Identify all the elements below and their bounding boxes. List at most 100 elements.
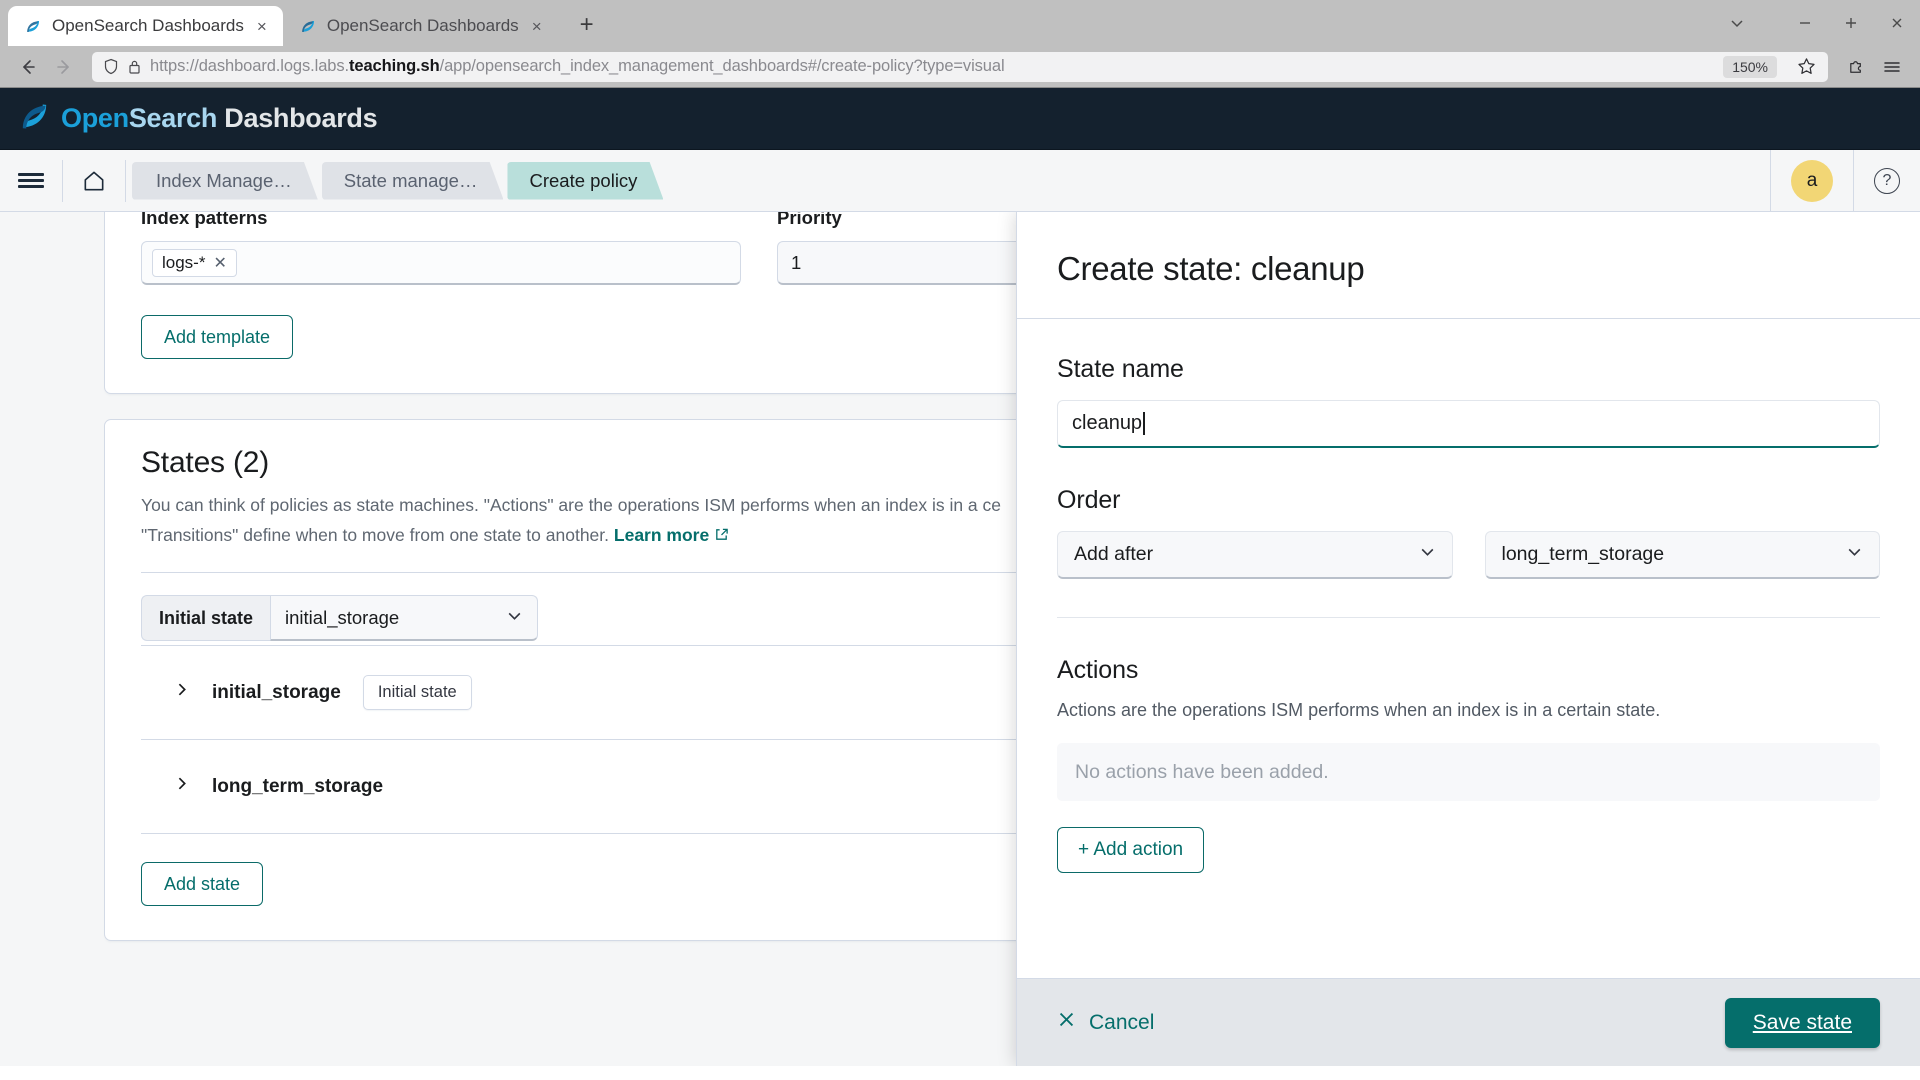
opensearch-favicon: [24, 17, 43, 36]
states-description-line1: You can think of policies as state machi…: [141, 495, 1002, 515]
opensearch-logo-mark: [18, 100, 51, 138]
opensearch-favicon: [299, 17, 318, 36]
avatar[interactable]: a: [1791, 160, 1833, 202]
browser-chrome: OpenSearch Dashboards × OpenSearch Dashb…: [0, 0, 1920, 88]
help-question-icon[interactable]: ?: [1874, 168, 1900, 194]
window-minimize-icon[interactable]: [1782, 0, 1828, 46]
back-icon[interactable]: [12, 51, 44, 83]
chevron-right-icon[interactable]: [173, 681, 190, 704]
state-name-input[interactable]: cleanup: [1057, 400, 1880, 448]
order-position-value: Add after: [1074, 543, 1154, 565]
state-name-value: cleanup: [1072, 412, 1143, 434]
actions-description: Actions are the operations ISM performs …: [1057, 700, 1661, 720]
chevron-right-icon[interactable]: [173, 775, 190, 798]
breadcrumb: Index Manage… State manage… Create polic…: [132, 162, 667, 200]
flyout-footer: Cancel Save state: [1017, 978, 1920, 1066]
url-bar[interactable]: https://dashboard.logs.labs.teaching.sh/…: [92, 51, 1828, 83]
forward-icon: [48, 51, 80, 83]
order-selects-row: Add after long_term_storage: [1057, 531, 1880, 579]
extensions-puzzle-icon[interactable]: [1840, 51, 1872, 83]
add-state-button[interactable]: Add state: [141, 862, 264, 907]
url-domain: teaching.sh: [349, 57, 440, 75]
state-name-label: initial_storage: [212, 681, 341, 703]
divider: [125, 159, 126, 202]
order-target-select[interactable]: long_term_storage: [1484, 531, 1880, 579]
opensearch-logo[interactable]: OpenSearch Dashboards: [18, 100, 378, 138]
breadcrumb-bar: Index Manage… State manage… Create polic…: [0, 150, 1920, 212]
avatar-cell[interactable]: a: [1770, 150, 1853, 212]
flyout-header: Create state: cleanup: [1017, 212, 1920, 319]
logo-search: Search: [128, 103, 218, 133]
order-field: Order Add after long_term_storage: [1057, 486, 1880, 579]
chevron-down-icon: [1419, 543, 1436, 566]
window-maximize-icon[interactable]: [1828, 0, 1874, 46]
index-patterns-field: Index patterns logs-* ✕: [141, 212, 741, 285]
actions-label: Actions: [1057, 656, 1139, 684]
initial-state-select-value: initial_storage: [285, 606, 400, 628]
help-cell[interactable]: ?: [1853, 150, 1920, 212]
initial-state-badge: Initial state: [362, 675, 472, 711]
browser-tab-1[interactable]: OpenSearch Dashboards ×: [8, 6, 283, 46]
state-name-label: State name: [1057, 355, 1184, 383]
order-position-select[interactable]: Add after: [1057, 531, 1453, 579]
chevron-down-icon: [506, 607, 523, 629]
breadcrumb-item-index-management[interactable]: Index Manage…: [132, 162, 318, 200]
breadcrumb-item-state-management[interactable]: State manage…: [322, 162, 504, 200]
tab-close-icon[interactable]: ×: [528, 17, 546, 35]
state-name-label: long_term_storage: [212, 775, 384, 797]
index-pattern-pill-label: logs-*: [162, 252, 206, 272]
page-body: Index patterns logs-* ✕ Priority 1 Add t…: [0, 212, 1920, 1066]
bookmark-star-icon[interactable]: [1790, 51, 1822, 83]
header-actions: a ?: [1770, 150, 1920, 212]
window-close-icon[interactable]: [1874, 0, 1920, 46]
window-controls: [1714, 0, 1920, 46]
tab-close-icon[interactable]: ×: [253, 17, 271, 35]
chevron-down-icon: [1846, 543, 1863, 566]
index-pattern-pill[interactable]: logs-* ✕: [152, 248, 237, 277]
add-template-button[interactable]: Add template: [141, 315, 294, 359]
lock-icon: [128, 59, 141, 75]
browser-tab-title: OpenSearch Dashboards: [326, 16, 519, 35]
cancel-button[interactable]: Cancel: [1057, 1010, 1154, 1035]
pill-remove-icon[interactable]: ✕: [213, 253, 226, 273]
states-description-line2: "Transitions" define when to move from o…: [141, 525, 610, 546]
app-title: OpenSearch Dashboards: [61, 103, 378, 134]
browser-navbar: https://dashboard.logs.labs.teaching.sh/…: [0, 46, 1920, 88]
add-action-button[interactable]: + Add action: [1057, 827, 1205, 873]
zoom-level-badge[interactable]: 150%: [1723, 55, 1777, 78]
logo-dashboards: Dashboards: [217, 103, 378, 133]
new-tab-button[interactable]: +: [568, 6, 606, 44]
url-path: /app/opensearch_index_management_dashboa…: [439, 57, 1005, 75]
index-patterns-combobox[interactable]: logs-* ✕: [141, 241, 741, 285]
create-state-flyout: Create state: cleanup State name cleanup…: [1016, 212, 1920, 1066]
url-prefix: https://dashboard.logs.labs.: [150, 57, 349, 75]
cancel-label: Cancel: [1089, 1010, 1155, 1034]
close-icon: [1057, 1010, 1076, 1035]
breadcrumb-item-create-policy[interactable]: Create policy: [507, 162, 663, 200]
order-label: Order: [1057, 486, 1121, 514]
app-header: OpenSearch Dashboards: [0, 88, 1920, 150]
state-name-field: State name cleanup: [1057, 355, 1880, 448]
actions-empty-state: No actions have been added.: [1057, 743, 1880, 801]
index-patterns-label: Index patterns: [141, 212, 268, 228]
divider: [1057, 617, 1880, 618]
save-state-button[interactable]: Save state: [1724, 997, 1880, 1048]
tracking-shield-icon: [103, 58, 119, 75]
flyout-title: Create state: cleanup: [1057, 250, 1365, 287]
browser-tab-title: OpenSearch Dashboards: [52, 16, 244, 35]
browser-tabstrip: OpenSearch Dashboards × OpenSearch Dashb…: [0, 0, 1920, 46]
tab-list-chevron-down-icon[interactable]: [1714, 0, 1760, 46]
home-icon[interactable]: [63, 150, 125, 212]
order-target-value: long_term_storage: [1501, 543, 1665, 565]
actions-section: Actions Actions are the operations ISM p…: [1057, 656, 1880, 873]
external-link-icon: [714, 525, 729, 545]
url-text: https://dashboard.logs.labs.teaching.sh/…: [150, 57, 1714, 76]
learn-more-link[interactable]: Learn more: [614, 525, 709, 545]
menu-hamburger-icon[interactable]: [0, 150, 62, 212]
flyout-body: State name cleanup Order Add after long_…: [1017, 319, 1920, 978]
browser-menu-icon[interactable]: [1876, 51, 1908, 83]
initial-state-select[interactable]: initial_storage: [270, 595, 539, 642]
logo-open: Open: [61, 103, 129, 133]
browser-tab-2[interactable]: OpenSearch Dashboards ×: [283, 6, 558, 46]
text-caret: [1143, 412, 1145, 435]
